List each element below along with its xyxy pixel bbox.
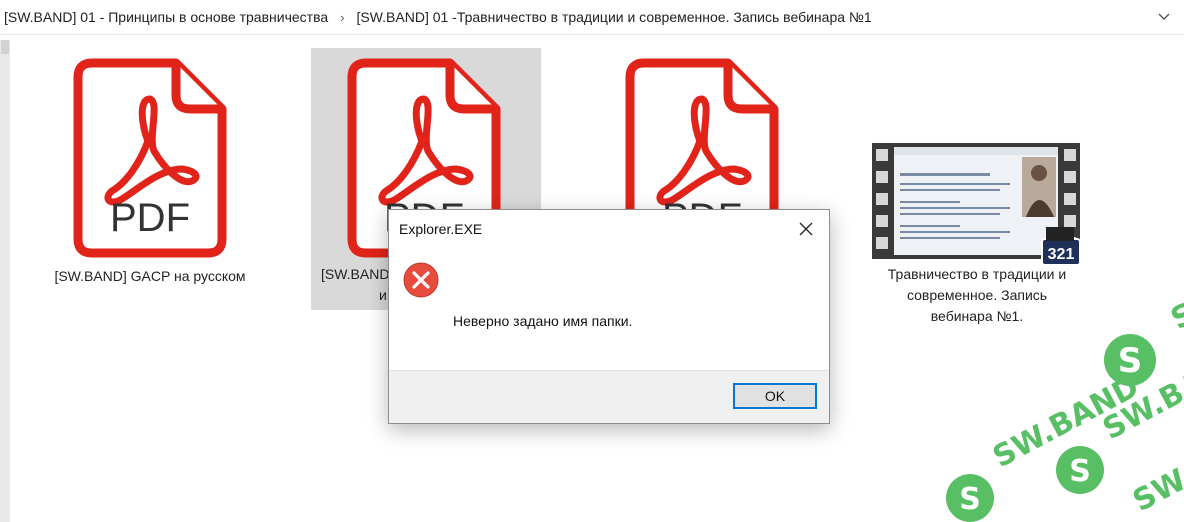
file-label: [SW.BAND] GACP на русском: [54, 268, 246, 284]
chevron-right-icon: ›: [340, 9, 345, 25]
svg-text:PDF: PDF: [110, 196, 190, 240]
breadcrumb: [SW.BAND] 01 - Принципы в основе травнич…: [0, 0, 1184, 35]
scrollbar[interactable]: [0, 40, 10, 522]
file-item-gacp[interactable]: PDF [SW.BAND] GACP на русском: [35, 50, 265, 310]
file-label: [SW.BAND: [321, 266, 390, 282]
dialog-footer: OK: [389, 370, 829, 423]
breadcrumb-item-parent[interactable]: [SW.BAND] 01 - Принципы в основе травнич…: [0, 9, 332, 25]
error-icon: [403, 262, 439, 298]
close-icon[interactable]: [789, 214, 823, 244]
video-thumbnail-icon: 321: [872, 143, 1082, 272]
svg-text:321: 321: [1048, 246, 1075, 263]
chevron-down-icon[interactable]: [1150, 3, 1178, 31]
svg-text:S: S: [1069, 454, 1091, 489]
file-label: Травничество в традиции и: [887, 266, 1067, 282]
dialog-title: Explorer.EXE: [399, 221, 483, 237]
svg-text:S: S: [1165, 296, 1184, 337]
watermark-logo: S S SW.BAND SW.BAND S S SW.BAND: [930, 290, 1184, 522]
svg-text:S: S: [959, 482, 981, 517]
pdf-icon: PDF: [68, 55, 230, 266]
file-label: и: [379, 287, 387, 303]
ok-button[interactable]: OK: [733, 383, 817, 409]
error-dialog: Explorer.EXE Неверно задано имя папки. O…: [388, 209, 830, 424]
breadcrumb-item-current[interactable]: [SW.BAND] 01 -Травничество в традиции и …: [352, 9, 875, 25]
dialog-message: Неверно задано имя папки.: [453, 313, 633, 329]
